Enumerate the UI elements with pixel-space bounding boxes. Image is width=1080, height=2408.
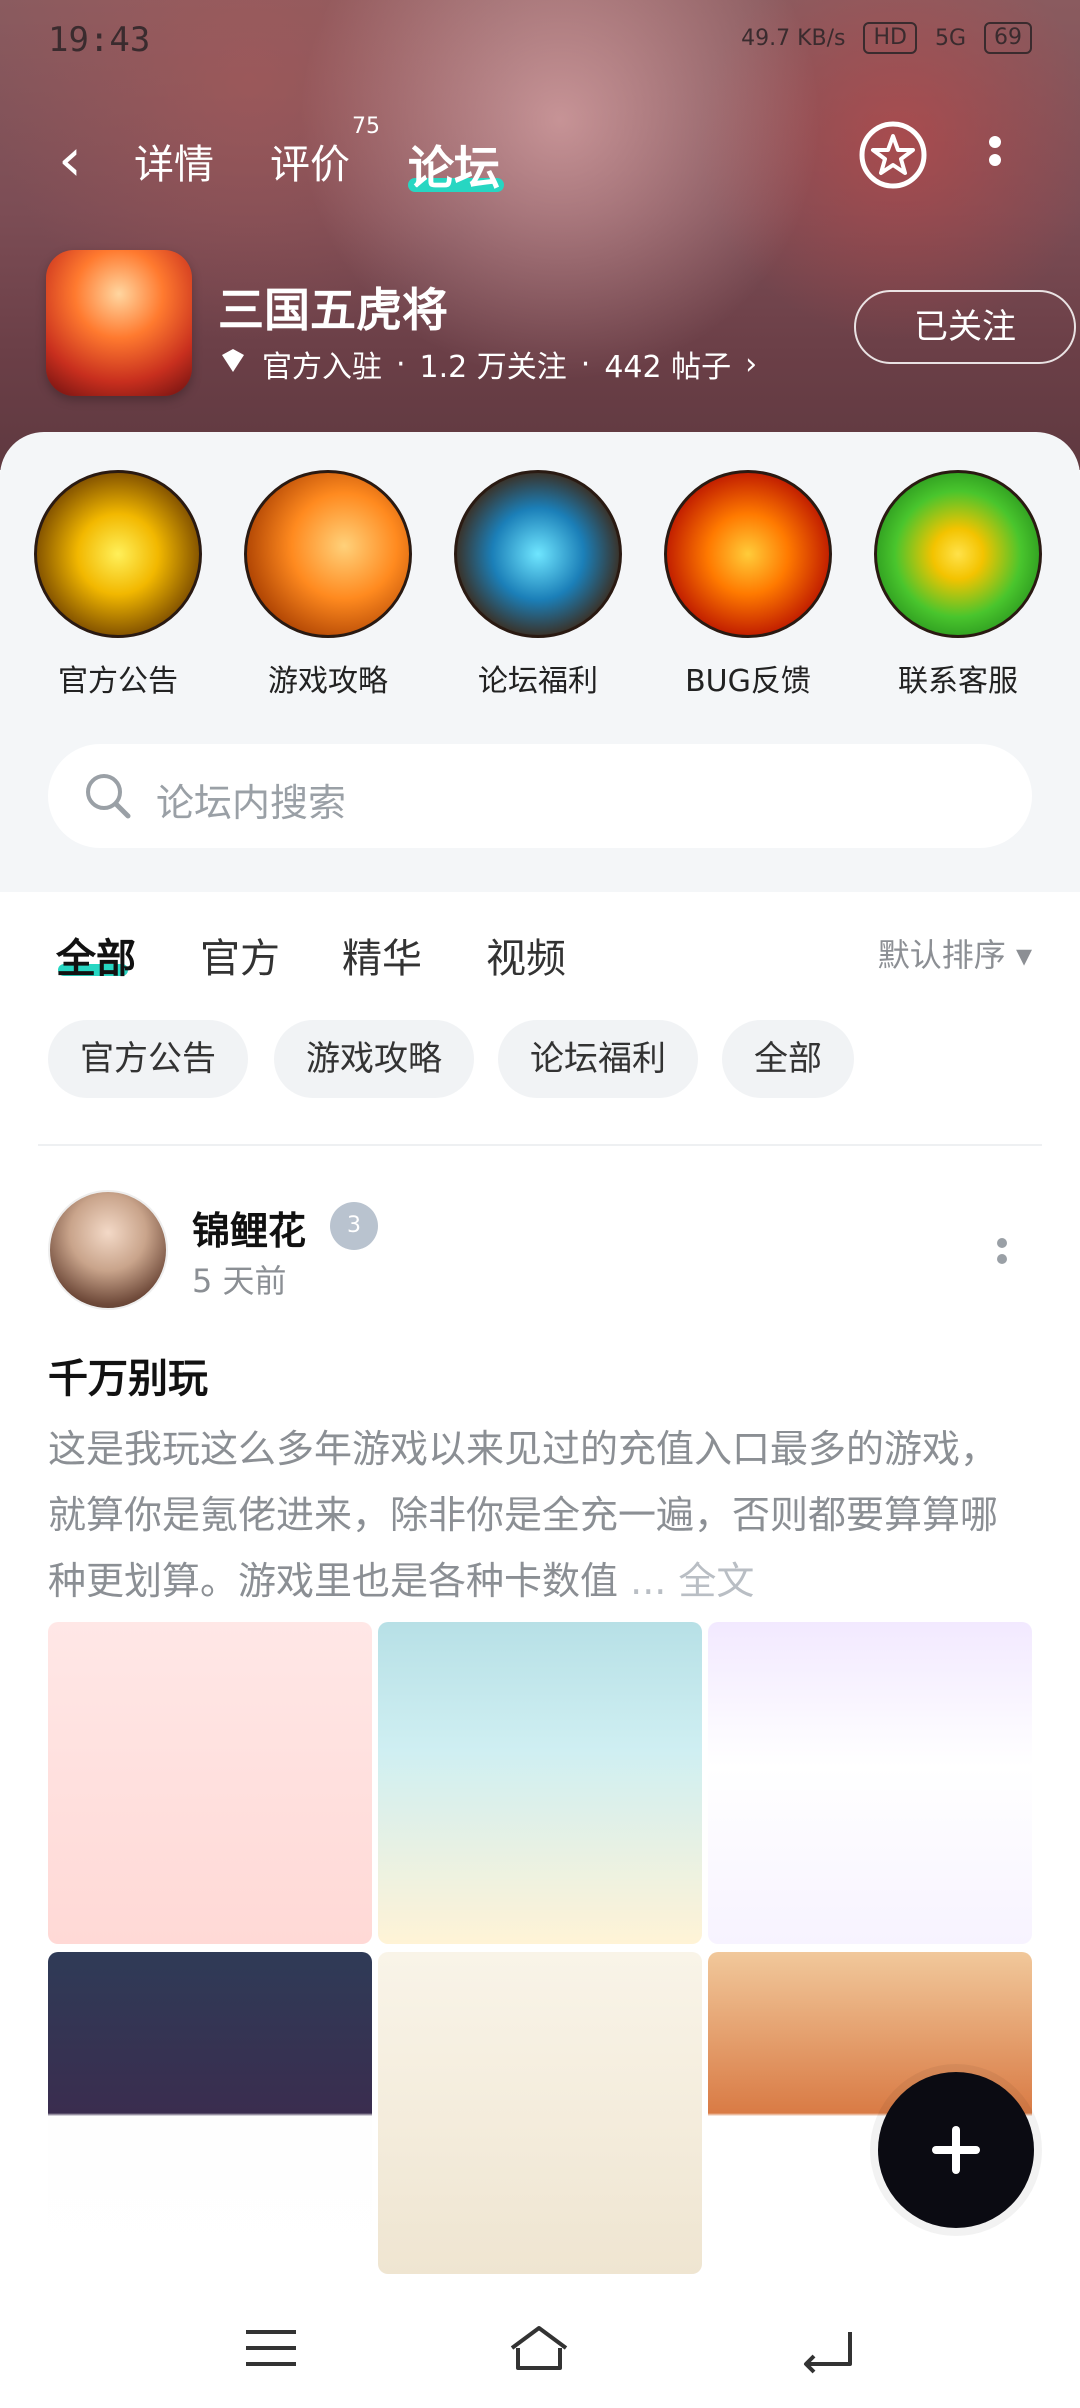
post-image[interactable] xyxy=(48,1952,372,2274)
hd-badge: HD xyxy=(863,22,917,54)
posts-count[interactable]: 442 帖子 xyxy=(604,342,731,386)
post-image[interactable] xyxy=(378,1622,702,1944)
tab-video[interactable]: 视频 xyxy=(486,926,566,984)
eye-icon xyxy=(34,470,202,638)
search-icon xyxy=(86,774,131,819)
plus-icon xyxy=(932,2126,980,2174)
shortcut-announcement[interactable]: 官方公告 xyxy=(34,470,202,700)
status-time: 19:43 xyxy=(48,20,151,60)
post-image[interactable] xyxy=(48,1622,372,1944)
author-name[interactable]: 锦鲤花 xyxy=(192,1200,306,1255)
chip-welfare[interactable]: 论坛福利 xyxy=(498,1020,698,1098)
shortcut-welfare[interactable]: 论坛福利 xyxy=(454,470,622,700)
network-speed: 49.7 KB/s xyxy=(741,25,846,51)
post-time: 5 天前 xyxy=(192,1262,287,1300)
status-bar: 19:43 49.7 KB/s HD 5G 69 xyxy=(0,0,1080,80)
back-icon[interactable]: ‹ xyxy=(58,130,82,190)
post-body-text: 这是我玩这么多年游戏以来见过的充值入口最多的游戏，就算你是氪佬进来，除非你是全充… xyxy=(48,1427,999,1603)
shortcut-label: BUG反馈 xyxy=(685,664,811,699)
reviews-count-badge: 75 xyxy=(352,114,380,139)
level-badge: 3 xyxy=(330,1202,378,1250)
app-meta: 官方入驻 · 1.2 万关注 · 442 帖子 › xyxy=(218,342,757,386)
shortcut-label: 联系客服 xyxy=(898,664,1018,699)
app-name: 三国五虎将 xyxy=(218,283,448,337)
system-nav-bar xyxy=(0,2286,1080,2408)
create-post-button[interactable] xyxy=(878,2072,1034,2228)
shortcut-label: 论坛福利 xyxy=(478,664,598,699)
gift-icon xyxy=(454,470,622,638)
battery-indicator: 69 xyxy=(984,22,1032,54)
post-title[interactable]: 千万别玩 xyxy=(48,1346,208,1404)
app-icon xyxy=(46,250,192,396)
chip-announcement[interactable]: 官方公告 xyxy=(48,1020,248,1098)
chip-guide[interactable]: 游戏攻略 xyxy=(274,1020,474,1098)
post-body[interactable]: 这是我玩这么多年游戏以来见过的充值入口最多的游戏，就算你是氪佬进来，除非你是全充… xyxy=(48,1416,1028,1614)
sort-label: 默认排序 xyxy=(877,936,1006,974)
sort-dropdown[interactable]: 默认排序 ▾ xyxy=(878,930,1032,976)
tab-all[interactable]: 全部 xyxy=(56,926,136,984)
sword-icon xyxy=(244,470,412,638)
tab-forum[interactable]: 论坛 xyxy=(408,132,500,198)
shortcut-guide[interactable]: 游戏攻略 xyxy=(244,470,412,700)
post-image[interactable] xyxy=(378,1952,702,2274)
tab-details[interactable]: 详情 xyxy=(134,132,214,190)
shortcut-contact[interactable]: 联系客服 xyxy=(874,470,1042,700)
tab-reviews-label: 评价 xyxy=(270,142,350,188)
shortcut-label: 官方公告 xyxy=(58,664,178,699)
avatar[interactable] xyxy=(48,1190,168,1310)
status-icons: 49.7 KB/s HD 5G 69 xyxy=(741,22,1032,54)
chip-all[interactable]: 全部 xyxy=(722,1020,854,1098)
top-nav: ‹ 详情 评价 75 论坛 xyxy=(0,114,1080,200)
forum-search[interactable]: 论坛内搜索 xyxy=(48,744,1032,848)
official-badge-icon xyxy=(218,345,248,383)
tab-reviews[interactable]: 评价 xyxy=(270,132,350,190)
follow-button[interactable]: 已关注 xyxy=(854,290,1076,364)
chevron-right-icon: › xyxy=(745,346,758,382)
tab-featured[interactable]: 精华 xyxy=(342,926,422,984)
shortcut-label: 游戏攻略 xyxy=(268,664,388,699)
followers-count: 1.2 万关注 xyxy=(419,350,567,385)
back-nav-icon[interactable] xyxy=(792,2322,862,2374)
official-label: 官方入驻 xyxy=(262,350,382,385)
tab-official[interactable]: 官方 xyxy=(200,926,280,984)
post-more-icon[interactable] xyxy=(990,1232,1014,1292)
home-icon[interactable] xyxy=(504,2322,574,2374)
forum-page: { "status": { "time": "19:43", "network_… xyxy=(0,0,1080,2408)
plus-icon xyxy=(874,470,1042,638)
more-menu-icon[interactable] xyxy=(980,130,1010,190)
feed-filters: 全部 官方 精华 视频 默认排序 ▾ 官方公告 游戏攻略 论坛福利 全部 xyxy=(0,892,1080,1142)
caret-down-icon: ▾ xyxy=(1015,936,1032,974)
app-info: 三国五虎将 官方入驻 · 1.2 万关注 · 442 帖子 › 已关注 xyxy=(46,250,1076,400)
shortcut-bug-feedback[interactable]: BUG反馈 xyxy=(664,470,832,700)
shortcut-card: 官方公告 游戏攻略 论坛福利 BUG反馈 联系客服 论坛内搜索 xyxy=(0,432,1080,892)
star-icon[interactable] xyxy=(858,120,928,190)
signal-label: 5G xyxy=(934,25,966,51)
header-banner: 19:43 49.7 KB/s HD 5G 69 ‹ 详情 评价 75 论坛 三… xyxy=(0,0,1080,470)
pumpkin-icon xyxy=(664,470,832,638)
search-input[interactable]: 论坛内搜索 xyxy=(156,772,346,827)
post-image[interactable] xyxy=(708,1622,1032,1944)
post-more-link[interactable]: ... 全文 xyxy=(630,1559,754,1603)
menu-icon[interactable] xyxy=(236,2322,306,2374)
